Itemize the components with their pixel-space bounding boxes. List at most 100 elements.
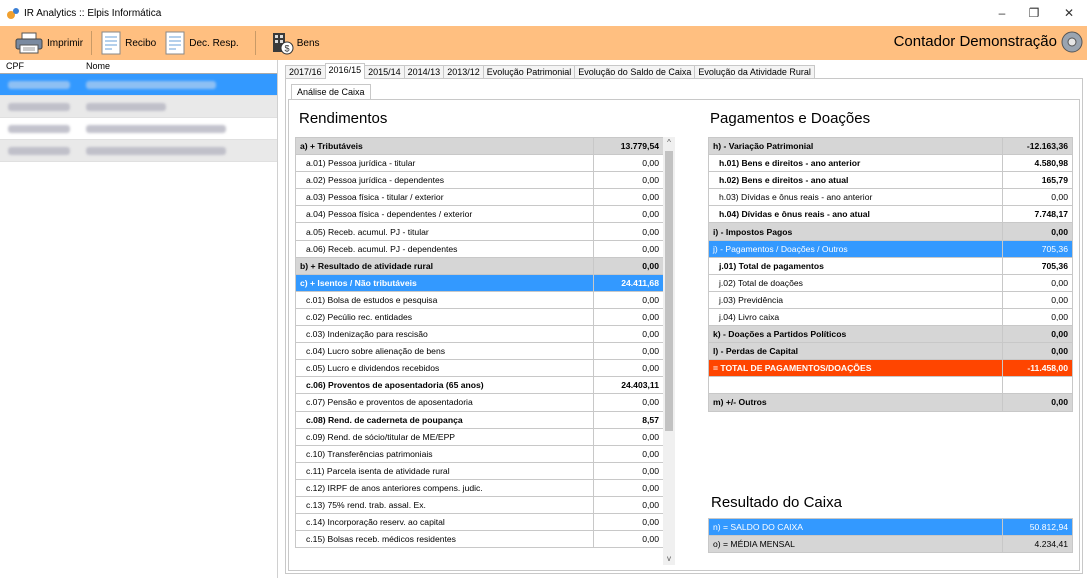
table-row[interactable]: c.11) Parcela isenta de atividade rural 0…	[295, 461, 664, 480]
row-value: 0,00	[593, 513, 664, 532]
print-button[interactable]: Imprimir	[10, 28, 87, 58]
user-settings-icon[interactable]	[1061, 31, 1083, 53]
table-row[interactable]: l) - Perdas de Capital 0,00	[708, 342, 1073, 361]
user-name: Contador Demonstração	[893, 33, 1057, 50]
row-value: 0,00	[593, 359, 664, 378]
table-row[interactable]: h.04) Dívidas e ônus reais - ano atual 7.…	[708, 205, 1073, 224]
table-row[interactable]: j.04) Livro caixa 0,00	[708, 307, 1073, 327]
tab-2016-15[interactable]: 2016/15	[324, 63, 366, 79]
rendimentos-scrollbar[interactable]: ^ v	[663, 137, 675, 565]
table-row[interactable]: j.02) Total de doações 0,00	[708, 273, 1073, 292]
toolbar-separator	[254, 31, 256, 55]
row-value: 0,00	[593, 307, 664, 327]
table-row[interactable]: c.10) Transferências patrimoniais 0,00	[295, 444, 664, 463]
maximize-button[interactable]: ❐	[1018, 0, 1050, 26]
row-label: c.11) Parcela isenta de atividade rural	[295, 461, 594, 480]
row-label: a.03) Pessoa física - titular / exterior	[295, 188, 594, 207]
table-row[interactable]: a.03) Pessoa física - titular / exterior…	[295, 188, 664, 207]
scroll-down-icon[interactable]: v	[663, 553, 675, 565]
tab-2013-12[interactable]: 2013/12	[443, 65, 484, 79]
tab-evolucao-atividade-rural[interactable]: Evolução da Atividade Rural	[694, 65, 815, 79]
table-row[interactable]: j) - Pagamentos / Doações / Outros 705,36	[708, 239, 1073, 258]
table-row[interactable]: c.14) Incorporação reserv. ao capital 0,0…	[295, 513, 664, 532]
declaration-button[interactable]: Dec. Resp.	[160, 28, 242, 58]
row-value: 0,00	[1002, 290, 1073, 309]
tab-2014-13[interactable]: 2014/13	[403, 65, 445, 79]
row-label: a.02) Pessoa jurídica - dependentes	[295, 171, 594, 190]
row-value: 0,00	[593, 444, 664, 463]
table-row[interactable]: c.13) 75% rend. trab. assal. Ex. 0,00	[295, 495, 664, 515]
row-value: 0,00	[1002, 222, 1073, 241]
table-row[interactable]: c.04) Lucro sobre alienação de bens 0,00	[295, 342, 664, 361]
table-row[interactable]: b) + Resultado de atividade rural 0,00	[295, 256, 664, 275]
tab-2017-16[interactable]: 2017/16	[285, 65, 326, 79]
table-row[interactable]	[708, 376, 1073, 395]
row-value: 0,00	[1002, 188, 1073, 207]
window-title: IR Analytics :: Elpis Informática	[24, 7, 162, 19]
row-value: 705,36	[1002, 239, 1073, 258]
table-row[interactable]: a.04) Pessoa física - dependentes / exte…	[295, 205, 664, 224]
list-item[interactable]	[0, 74, 277, 96]
table-row[interactable]: h) - Variação Patrimonial -12.163,36	[708, 136, 1073, 156]
row-label: c.12) IRPF de anos anteriores compens. j…	[295, 478, 594, 497]
row-value: 50.812,94	[1002, 517, 1073, 537]
table-row[interactable]: a.06) Receb. acumul. PJ - dependentes 0,0…	[295, 239, 664, 258]
scroll-thumb[interactable]	[665, 151, 673, 431]
list-item[interactable]	[0, 118, 277, 140]
receipt-icon	[101, 31, 121, 55]
table-row[interactable]: a) + Tributáveis 13.779,54	[295, 136, 664, 156]
row-value: 0,00	[593, 290, 664, 309]
table-row[interactable]: c.06) Proventos de aposentadoria (65 ano…	[295, 376, 664, 395]
tab-2015-14[interactable]: 2015/14	[364, 65, 405, 79]
row-label: c.03) Indenização para rescisão	[295, 325, 594, 344]
table-row[interactable]: n) = SALDO DO CAIXA 50.812,94	[708, 517, 1073, 537]
row-label: o) = MÉDIA MENSAL	[708, 535, 1003, 554]
row-label: c.07) Pensão e proventos de aposentadori…	[295, 393, 594, 412]
row-value: 0,00	[593, 222, 664, 241]
table-row[interactable]: c.12) IRPF de anos anteriores compens. j…	[295, 478, 664, 497]
minimize-button[interactable]: –	[986, 0, 1018, 26]
table-row[interactable]: c.15) Bolsas receb. médicos residentes 0,…	[295, 530, 664, 549]
row-label: a.01) Pessoa jurídica - titular	[295, 154, 594, 173]
row-label: c.09) Rend. de sócio/titular de ME/EPP	[295, 427, 594, 446]
assets-button[interactable]: $ Bens	[266, 28, 324, 58]
table-row[interactable]: a.02) Pessoa jurídica - dependentes 0,00	[295, 171, 664, 190]
list-item[interactable]	[0, 140, 277, 162]
row-value: 8,57	[593, 410, 664, 429]
tab-analise-caixa[interactable]: Análise de Caixa	[291, 84, 371, 99]
table-row[interactable]: c.05) Lucro e dividendos recebidos 0,00	[295, 359, 664, 378]
table-row[interactable]: c.01) Bolsa de estudos e pesquisa 0,00	[295, 290, 664, 309]
row-label: c.10) Transferências patrimoniais	[295, 444, 594, 463]
table-row[interactable]: c.02) Pecúlio rec. entidades 0,00	[295, 307, 664, 327]
tab-evolucao-saldo-caixa[interactable]: Evolução do Saldo de Caixa	[574, 65, 696, 79]
table-row[interactable]: j.01) Total de pagamentos 705,36	[708, 256, 1073, 275]
table-row[interactable]: k) - Doações a Partidos Políticos 0,00	[708, 325, 1073, 344]
row-value: 705,36	[1002, 256, 1073, 275]
scroll-up-icon[interactable]: ^	[663, 137, 675, 149]
table-row[interactable]: j.03) Previdência 0,00	[708, 290, 1073, 309]
table-row[interactable]: c.08) Rend. de caderneta de poupança 8,57	[295, 410, 664, 429]
row-value: 0,00	[593, 495, 664, 515]
table-row[interactable]: i) - Impostos Pagos 0,00	[708, 222, 1073, 241]
table-row[interactable]: c.03) Indenização para rescisão 0,00	[295, 325, 664, 344]
table-row[interactable]: o) = MÉDIA MENSAL 4.234,41	[708, 535, 1073, 554]
table-row[interactable]: m) +/- Outros 0,00	[708, 393, 1073, 412]
table-row[interactable]: a.01) Pessoa jurídica - titular 0,00	[295, 154, 664, 173]
row-label: c.02) Pecúlio rec. entidades	[295, 307, 594, 327]
table-row[interactable]: = TOTAL DE PAGAMENTOS/DOAÇÕES -11.458,00	[708, 359, 1073, 378]
table-row[interactable]: c.07) Pensão e proventos de aposentadori…	[295, 393, 664, 412]
table-row[interactable]: h.03) Dívidas e ônus reais - ano anterio…	[708, 188, 1073, 207]
cpf-column-header[interactable]: CPF	[0, 60, 80, 73]
receipt-button[interactable]: Recibo	[96, 28, 160, 58]
table-row[interactable]: a.05) Receb. acumul. PJ - titular 0,00	[295, 222, 664, 241]
name-column-header[interactable]: Nome	[80, 60, 110, 73]
table-row[interactable]: h.02) Bens e direitos - ano atual 165,79	[708, 171, 1073, 190]
pagamentos-table: h) - Variação Patrimonial -12.163,36 h.01)…	[708, 136, 1073, 412]
table-row[interactable]: h.01) Bens e direitos - ano anterior 4.58…	[708, 154, 1073, 173]
table-row[interactable]: c) + Isentos / Não tributáveis 24.411,68	[295, 273, 664, 292]
list-item[interactable]	[0, 96, 277, 118]
tab-evolucao-patrimonial[interactable]: Evolução Patrimonial	[482, 65, 576, 79]
close-button[interactable]: ✕	[1053, 0, 1085, 26]
printer-icon	[15, 32, 43, 54]
table-row[interactable]: c.09) Rend. de sócio/titular de ME/EPP 0,…	[295, 427, 664, 446]
